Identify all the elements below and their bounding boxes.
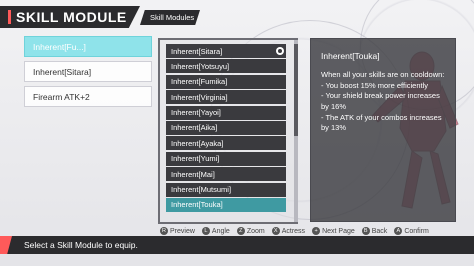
control-hint-angle[interactable]: L Angle: [201, 227, 230, 235]
scrollbar-thumb[interactable]: [294, 44, 298, 136]
module-slot-3[interactable]: Firearm ATK+2: [24, 86, 152, 107]
module-list: Inherent[Sitara] Inherent[Yotsuyu] Inher…: [160, 40, 294, 212]
control-label: Actress: [281, 227, 306, 235]
description-body: When all your skills are on cooldown: - …: [321, 70, 445, 133]
control-hint-next-page[interactable]: + Next Page: [312, 227, 355, 235]
control-label: Preview: [170, 227, 195, 235]
a-button-icon: A: [394, 227, 403, 235]
module-item-label: Inherent[Yayoi]: [171, 108, 221, 118]
control-label: Confirm: [404, 227, 429, 235]
equipped-module-slots: Inherent[Fu...] Inherent[Sitara] Firearm…: [24, 36, 152, 111]
module-list-item[interactable]: Inherent[Sitara]: [166, 44, 286, 58]
module-list-item[interactable]: Inherent[Yayoi]: [166, 105, 286, 120]
control-label: Back: [371, 227, 388, 235]
module-slot-label: Inherent[Fu...]: [33, 41, 86, 52]
control-label: Next Page: [322, 227, 355, 235]
b-button-icon: B: [361, 227, 370, 235]
control-hint-confirm[interactable]: A Confirm: [394, 227, 429, 235]
module-list-item[interactable]: Inherent[Mutsumi]: [166, 182, 286, 197]
control-label: Zoom: [246, 227, 265, 235]
page-title: SKILL MODULE: [16, 9, 127, 25]
module-item-label: Inherent[Yotsuyu]: [171, 61, 230, 71]
module-item-label: Inherent[Yumi]: [171, 154, 220, 164]
module-list-item[interactable]: Inherent[Yumi]: [166, 151, 286, 166]
l-button-icon: L: [201, 227, 210, 235]
module-slot-2[interactable]: Inherent[Sitara]: [24, 61, 152, 82]
control-hints: R Preview L Angle Z Zoom X Actress + Nex…: [160, 226, 470, 236]
control-hint-actress[interactable]: X Actress: [271, 227, 306, 235]
control-hint-back[interactable]: B Back: [361, 227, 388, 235]
module-list-item[interactable]: Inherent[Ayaka]: [166, 136, 286, 151]
help-bar: Select a Skill Module to equip.: [0, 236, 474, 254]
module-list-item-selected[interactable]: Inherent[Touka]: [166, 197, 286, 212]
title-bar: SKILL MODULE: [0, 6, 140, 28]
module-list-item[interactable]: Inherent[Mai]: [166, 167, 286, 182]
control-hint-zoom[interactable]: Z Zoom: [236, 227, 265, 235]
module-list-item[interactable]: Inherent[Yotsuyu]: [166, 59, 286, 74]
module-item-label: Inherent[Virginia]: [171, 92, 228, 102]
help-text: Select a Skill Module to equip.: [24, 240, 138, 250]
module-list-panel: Inherent[Sitara] Inherent[Yotsuyu] Inher…: [158, 38, 298, 224]
title-accent-stripe: [8, 10, 11, 24]
module-slot-label: Inherent[Sitara]: [33, 66, 92, 77]
module-list-item[interactable]: Inherent[Aika]: [166, 120, 286, 135]
header: SKILL MODULE Skill Modules: [0, 6, 474, 28]
module-description-panel: Inherent[Touka] When all your skills are…: [310, 38, 456, 222]
control-hint-preview[interactable]: R Preview: [160, 227, 195, 235]
module-item-label: Inherent[Mutsumi]: [171, 185, 232, 195]
module-item-label: Inherent[Sitara]: [171, 46, 223, 56]
module-item-label: Inherent[Mai]: [171, 169, 215, 179]
description-title: Inherent[Touka]: [321, 51, 380, 61]
control-label: Angle: [211, 227, 230, 235]
plus-button-icon: +: [312, 227, 321, 235]
module-item-label: Inherent[Aika]: [171, 123, 218, 133]
module-slot-label: Firearm ATK+2: [33, 91, 90, 102]
x-button-icon: X: [271, 227, 280, 235]
module-item-label: Inherent[Fumika]: [171, 77, 228, 87]
module-slot-1[interactable]: Inherent[Fu...]: [24, 36, 152, 57]
module-item-label: Inherent[Ayaka]: [171, 138, 224, 148]
module-list-item[interactable]: Inherent[Virginia]: [166, 90, 286, 105]
r-button-icon: R: [160, 227, 168, 235]
module-list-item[interactable]: Inherent[Fumika]: [166, 74, 286, 89]
module-item-label: Inherent[Touka]: [171, 200, 223, 210]
equipped-icon: [276, 47, 284, 55]
z-button-icon: Z: [236, 227, 245, 235]
breadcrumb: Skill Modules: [140, 10, 200, 25]
